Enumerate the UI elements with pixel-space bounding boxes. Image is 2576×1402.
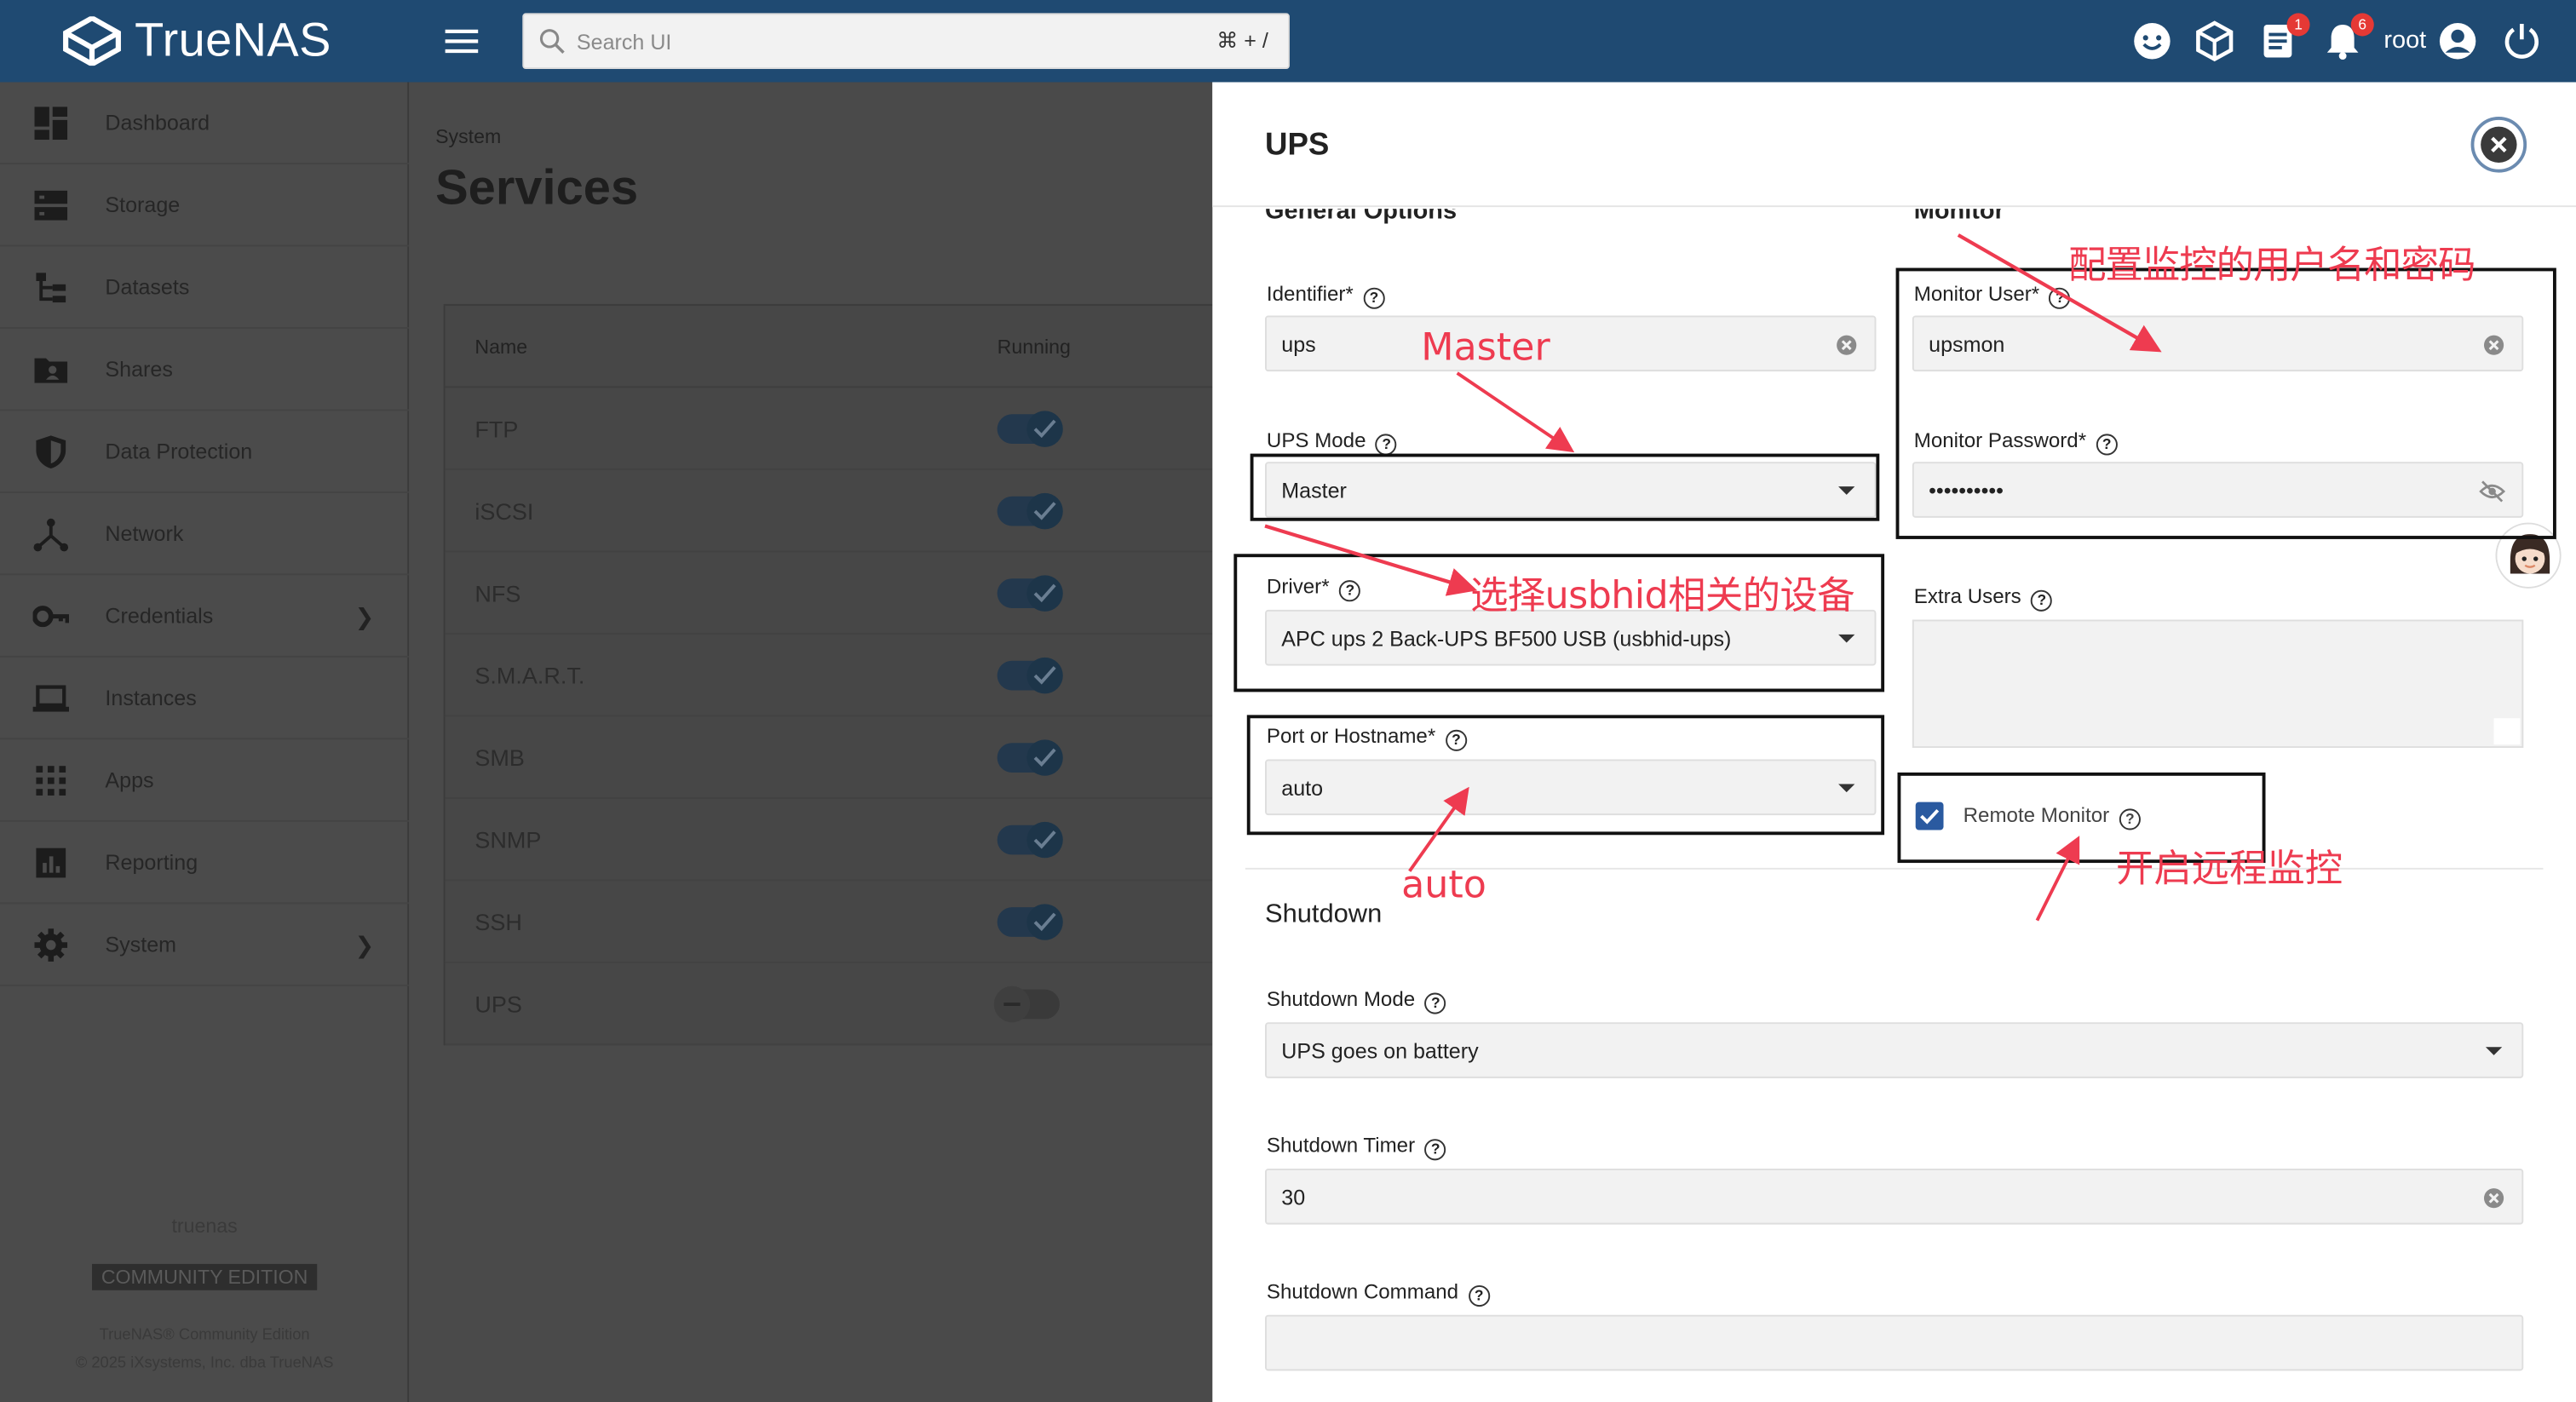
annotation-arrows — [1264, 233, 2162, 922]
annotation-remote-note: 开启远程监控 — [2115, 848, 2343, 891]
annotation-master: Master — [1421, 327, 1550, 371]
annotation-auto: auto — [1401, 865, 1486, 908]
annotation-monitor-note: 配置监控的用户名和密码 — [2068, 244, 2475, 288]
annotation-driver-note: 选择usbhid相关的设备 — [1470, 575, 1855, 618]
